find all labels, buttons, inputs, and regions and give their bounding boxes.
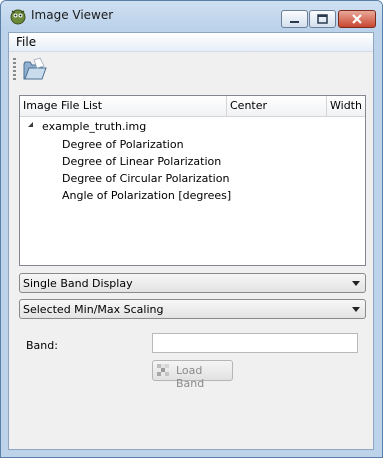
dropdown-arrow-icon [352,281,360,286]
image-viewer-window: Image Viewer File Image File List Center… [0,0,383,458]
client-area: File Image File List Center Width exampl… [8,32,374,450]
close-button[interactable] [338,10,376,28]
scaling-dropdown[interactable]: Selected Min/Max Scaling [19,299,366,319]
load-band-button[interactable]: Load Band [152,360,233,390]
folder-open-icon [23,57,47,80]
column-divider[interactable] [226,96,227,116]
scaling-value: Selected Min/Max Scaling [23,303,164,316]
maximize-button[interactable] [309,10,336,28]
display-mode-dropdown[interactable]: Single Band Display [19,273,366,293]
close-icon [352,14,362,24]
image-file-tree[interactable]: Image File List Center Width example_tru… [19,95,366,266]
window-title: Image Viewer [31,8,114,22]
menu-bar: File [9,33,373,52]
toolbar-grip[interactable] [13,58,16,82]
column-header-center[interactable]: Center [230,99,267,112]
column-divider[interactable] [326,96,327,116]
expand-collapse-icon[interactable] [28,122,33,127]
load-band-label: Load Band [176,364,205,390]
column-header-file-list[interactable]: Image File List [23,99,102,112]
band-input[interactable] [152,333,358,353]
tree-item-root-file[interactable]: example_truth.img [42,120,146,133]
band-label: Band: [26,339,58,352]
column-header-width[interactable]: Width [330,99,362,112]
display-mode-value: Single Band Display [23,277,133,290]
tree-header: Image File List Center Width [20,96,365,117]
tree-item-band[interactable]: Degree of Polarization [62,138,184,151]
minimize-button[interactable] [281,10,308,28]
dropdown-arrow-icon [352,307,360,312]
minimize-icon [290,21,299,23]
tree-item-band[interactable]: Angle of Polarization [degrees] [62,189,231,202]
menu-file[interactable]: File [16,35,36,49]
open-file-button[interactable] [20,56,50,84]
tree-item-band[interactable]: Degree of Linear Polarization [62,155,221,168]
app-logo-icon [9,7,27,25]
load-band-icon [157,364,170,377]
tree-item-band[interactable]: Degree of Circular Polarization [62,172,229,185]
title-bar[interactable]: Image Viewer [1,1,382,31]
toolbar [9,52,373,88]
